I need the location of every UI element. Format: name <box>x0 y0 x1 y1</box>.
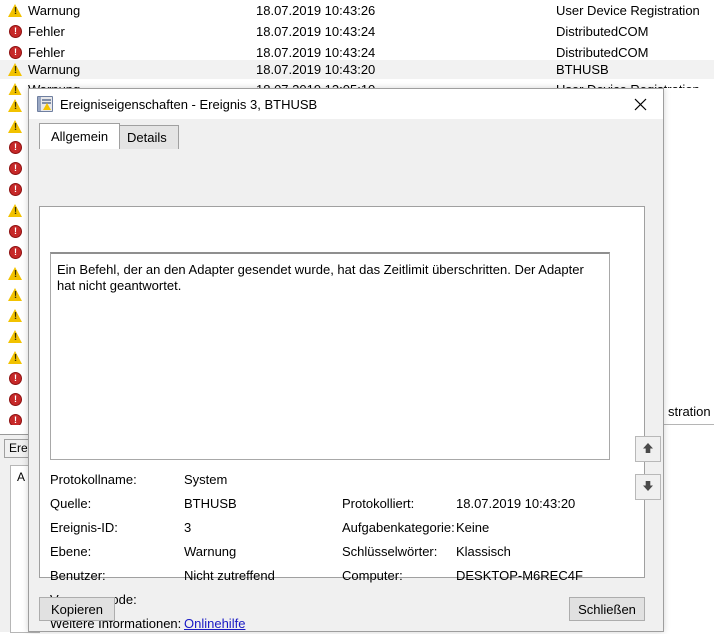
close-icon[interactable] <box>617 89 663 119</box>
event-source-cell: User Device Registration <box>556 3 700 18</box>
event-properties-dialog: Ereigniseigenschaften - Ereignis 3, BTHU… <box>28 88 664 632</box>
arrow-down-icon <box>641 479 655 496</box>
error-icon <box>8 224 23 239</box>
event-source-cell: DistributedCOM <box>556 24 649 39</box>
dialog-title: Ereigniseigenschaften - Ereignis 3, BTHU… <box>60 96 318 112</box>
error-icon <box>8 161 23 176</box>
warning-icon <box>8 308 23 325</box>
error-icon <box>8 45 23 60</box>
table-row-selected[interactable]: Warnung 18.07.2019 10:43:20 BTHUSB <box>0 60 714 79</box>
table-row[interactable]: Warnung 18.07.2019 10:43:26 User Device … <box>0 0 714 21</box>
error-icon <box>8 24 23 39</box>
close-button[interactable]: Schließen <box>569 597 645 621</box>
event-level-label: Fehler <box>28 45 65 60</box>
arrow-up-icon <box>641 441 655 458</box>
field-label: Benutzer: <box>50 568 106 583</box>
tab-allgemein-label: Allgemein <box>51 129 109 144</box>
event-level-label: Fehler <box>28 24 65 39</box>
warning-icon <box>8 119 23 136</box>
warning-icon <box>8 98 23 115</box>
event-description-text: Ein Befehl, der an den Adapter gesendet … <box>57 262 584 293</box>
background-sliver <box>0 425 28 434</box>
scroll-indicator <box>51 254 53 459</box>
field-value: Klassisch <box>456 544 511 559</box>
event-level-label: Warnung <box>28 62 81 77</box>
divider <box>39 206 645 207</box>
event-datetime-cell: 18.07.2019 10:43:24 <box>256 45 376 60</box>
event-source-cell-partial: stration <box>668 404 711 419</box>
dialog-content-panel: Ein Befehl, der an den Adapter gesendet … <box>39 206 661 631</box>
warning-icon <box>8 329 23 346</box>
field-label: Schlüsselwörter: <box>342 544 438 559</box>
event-datetime-cell: 18.07.2019 10:43:24 <box>256 24 376 39</box>
previous-event-button[interactable] <box>635 436 661 462</box>
field-label: Computer: <box>342 568 403 583</box>
error-icon <box>8 182 23 197</box>
event-datetime-cell: 18.07.2019 10:43:20 <box>256 62 376 77</box>
table-row[interactable]: Fehler 18.07.2019 10:43:24 DistributedCO… <box>0 21 714 42</box>
tab-details-label: Details <box>127 130 167 145</box>
field-value: DESKTOP-M6REC4F <box>456 568 583 583</box>
event-source-cell: DistributedCOM <box>556 45 649 60</box>
warning-icon <box>8 3 23 20</box>
event-level-cell: Warnung <box>0 62 256 79</box>
onlinehilfe-link[interactable]: Onlinehilfe <box>184 616 245 631</box>
warning-icon <box>8 203 23 220</box>
field-value: Keine <box>456 520 490 535</box>
error-icon <box>8 392 23 407</box>
error-icon <box>8 245 23 260</box>
copy-button[interactable]: Kopieren <box>39 597 115 621</box>
field-label: Ereignis-ID: <box>50 520 118 535</box>
field-value: System <box>184 472 228 487</box>
error-icon <box>8 371 23 386</box>
field-label: Ebene: <box>50 544 92 559</box>
warning-icon <box>8 62 23 79</box>
event-datetime-cell: 18.07.2019 10:43:26 <box>256 3 376 18</box>
field-value: BTHUSB <box>184 496 237 511</box>
field-value: Nicht zutreffend <box>184 568 275 583</box>
tab-allgemein[interactable]: Allgemein <box>39 123 121 149</box>
field-value: Warnung <box>184 544 237 559</box>
field-label: Protokolliert: <box>342 496 415 511</box>
dialog-tabstrip: Allgemein Details <box>39 123 663 149</box>
divider <box>664 424 714 425</box>
event-properties-icon <box>37 96 53 112</box>
warning-icon <box>8 266 23 283</box>
warning-icon <box>8 350 23 367</box>
field-label: Protokollname: <box>50 472 137 487</box>
warning-icon <box>8 287 23 304</box>
event-level-cell: Warnung <box>0 3 256 20</box>
tab-details[interactable]: Details <box>115 125 179 149</box>
event-source-cell: BTHUSB <box>556 62 609 77</box>
event-level-label: Warnung <box>28 3 81 18</box>
error-icon <box>8 140 23 155</box>
event-description-box[interactable]: Ein Befehl, der an den Adapter gesendet … <box>50 252 610 460</box>
next-event-button[interactable] <box>635 474 661 500</box>
close-button-label: Schließen <box>578 601 636 617</box>
event-level-cell: Fehler <box>0 45 256 60</box>
event-viewer-right-pane <box>664 88 714 632</box>
copy-button-label: Kopieren <box>50 601 104 617</box>
dialog-titlebar[interactable]: Ereigniseigenschaften - Ereignis 3, BTHU… <box>29 89 663 119</box>
field-value: 3 <box>184 520 192 535</box>
field-value: 18.07.2019 10:43:20 <box>456 496 576 511</box>
field-label: Quelle: <box>50 496 92 511</box>
field-label: Aufgabenkategorie: <box>342 520 455 535</box>
event-level-cell: Fehler <box>0 24 256 39</box>
